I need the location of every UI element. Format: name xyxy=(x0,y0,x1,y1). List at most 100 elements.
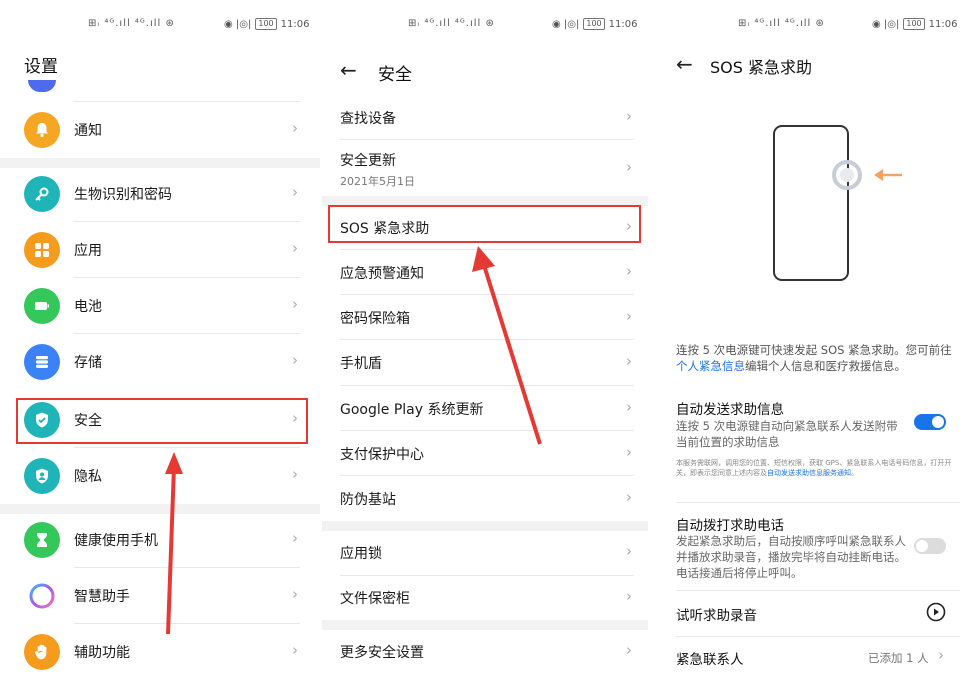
back-arrow-icon[interactable]: ← xyxy=(340,58,357,82)
item-label: 隐私 xyxy=(74,469,102,485)
item-label: 防伪基站 xyxy=(340,492,396,508)
settings-item-storage[interactable]: 存储 › xyxy=(0,334,320,390)
status-bar: ⊞ᵢ ⁴ᴳ.ıll ⁴ᴳ.ıll ⊛ ◉ |◎| 100 11:06 xyxy=(662,14,974,36)
page-title: SOS 紧急求助 xyxy=(710,58,812,77)
chevron-right-icon: › xyxy=(292,119,298,137)
battery-indicator: 100 xyxy=(583,18,605,30)
storage-icon xyxy=(24,344,60,380)
item-label: 应急预警通知 xyxy=(340,266,424,282)
divider xyxy=(676,590,960,591)
security-item-file-safe[interactable]: 文件保密柜 › xyxy=(322,576,648,620)
chevron-right-icon: › xyxy=(292,239,298,257)
item-label: 健康使用手机 xyxy=(74,533,158,549)
status-icons: ◉ |◎| xyxy=(224,18,252,30)
sos-screen: ⊞ᵢ ⁴ᴳ.ıll ⁴ᴳ.ıll ⊛ ◉ |◎| 100 11:06 ← SOS… xyxy=(662,0,974,691)
power-button-illustration xyxy=(773,125,902,281)
item-label: Google Play 系统更新 xyxy=(340,402,484,418)
settings-item-privacy[interactable]: 隐私 › xyxy=(0,448,320,504)
security-item-payment-protection[interactable]: 支付保护中心 › xyxy=(322,431,648,476)
chevron-right-icon: › xyxy=(626,542,632,560)
emergency-contacts-label[interactable]: 紧急联系人 xyxy=(676,648,744,668)
security-screen: ⊞ᵢ ⁴ᴳ.ıll ⁴ᴳ.ıll ⊛ ◉ |◎| 100 11:06 ← 安全 … xyxy=(322,0,648,691)
chevron-right-icon: › xyxy=(626,641,632,659)
security-item-phone-shield[interactable]: 手机盾 › xyxy=(322,340,648,386)
personal-emergency-info-link[interactable]: 个人紧急信息 xyxy=(676,359,745,373)
clock: 11:06 xyxy=(280,18,310,30)
chevron-right-icon: › xyxy=(626,587,632,605)
item-label: 应用锁 xyxy=(340,546,382,562)
security-item-google-play-update[interactable]: Google Play 系统更新 › xyxy=(322,386,648,431)
security-item-fake-base-station[interactable]: 防伪基站 › xyxy=(322,476,648,521)
item-label: 存储 xyxy=(74,355,102,371)
chevron-right-icon: › xyxy=(626,443,632,461)
chevron-right-icon: › xyxy=(626,307,632,325)
item-label: 通知 xyxy=(74,123,102,139)
chevron-right-icon: › xyxy=(292,183,298,201)
key-icon xyxy=(24,176,60,212)
service-notice-link[interactable]: 自动发送求助信息服务通知 xyxy=(767,469,851,477)
clock: 11:06 xyxy=(608,18,638,30)
auto-message-toggle[interactable] xyxy=(914,414,946,430)
settings-screen: ⊞ᵢ ⁴ᴳ.ıll ⁴ᴳ.ıll ⊛ ◉ |◎| 100 11:06 设置 通知… xyxy=(0,0,320,691)
signal-indicators: ⊞ᵢ ⁴ᴳ.ıll ⁴ᴳ.ıll ⊛ xyxy=(408,18,495,29)
status-icons: ◉ |◎| xyxy=(552,18,580,30)
chevron-right-icon: › xyxy=(292,529,298,547)
security-item-password-vault[interactable]: 密码保险箱 › xyxy=(322,295,648,340)
desc-text: 连按 5 次电源键可快速发起 SOS 紧急求助。您可前往 xyxy=(676,343,952,357)
item-label: 密码保险箱 xyxy=(340,311,410,327)
chevron-right-icon: › xyxy=(938,646,944,664)
security-item-security-update[interactable]: 安全更新 2021年5月1日 › xyxy=(322,140,648,196)
bell-icon xyxy=(24,112,60,148)
item-label: 电池 xyxy=(74,299,102,315)
chevron-right-icon: › xyxy=(626,488,632,506)
chevron-right-icon: › xyxy=(292,295,298,313)
security-item-emergency-alerts[interactable]: 应急预警通知 › xyxy=(322,250,648,295)
status-right: ◉ |◎| 100 11:06 xyxy=(552,18,637,30)
chevron-right-icon: › xyxy=(626,158,632,176)
signal-indicators: ⊞ᵢ ⁴ᴳ.ıll ⁴ᴳ.ıll ⊛ xyxy=(738,18,825,29)
settings-item-assistant[interactable]: 智慧助手 › xyxy=(0,568,320,624)
security-item-find-device[interactable]: 查找设备 › xyxy=(322,94,648,140)
settings-item-apps[interactable]: 应用 › xyxy=(0,222,320,278)
settings-item-biometrics[interactable]: 生物识别和密码 › xyxy=(0,166,320,222)
chevron-right-icon: › xyxy=(292,641,298,659)
item-label: 手机盾 xyxy=(340,356,382,372)
privacy-icon xyxy=(24,458,60,494)
status-right: ◉ |◎| 100 11:06 xyxy=(872,18,957,30)
item-label: 智慧助手 xyxy=(74,589,130,605)
auto-message-title: 自动发送求助信息 xyxy=(676,402,784,418)
security-item-app-lock[interactable]: 应用锁 › xyxy=(322,530,648,576)
status-icons: ◉ |◎| xyxy=(872,18,900,30)
item-label: 安全更新 xyxy=(340,153,396,169)
chevron-right-icon: › xyxy=(626,398,632,416)
back-arrow-icon[interactable]: ← xyxy=(676,52,693,76)
chevron-right-icon: › xyxy=(626,107,632,125)
play-icon[interactable] xyxy=(926,602,946,622)
settings-item-accessibility[interactable]: 辅助功能 › xyxy=(0,624,320,680)
page-title: 设置 xyxy=(24,57,58,77)
chevron-right-icon: › xyxy=(292,585,298,603)
item-label: 辅助功能 xyxy=(74,645,130,661)
status-bar: ⊞ᵢ ⁴ᴳ.ıll ⁴ᴳ.ıll ⊛ ◉ |◎| 100 11:06 xyxy=(322,14,648,36)
divider xyxy=(676,636,960,637)
chevron-right-icon: › xyxy=(292,465,298,483)
hourglass-icon xyxy=(24,522,60,558)
signal-indicators: ⊞ᵢ ⁴ᴳ.ıll ⁴ᴳ.ıll ⊛ xyxy=(88,18,175,29)
auto-call-desc: 发起紧急求助后，自动按顺序呼叫紧急联系人并播放求助录音，播放完毕将自动挂断电话。… xyxy=(676,534,906,580)
settings-item-digital-balance[interactable]: 健康使用手机 › xyxy=(0,512,320,568)
auto-message-fine-print: 本服务需联网，调用您的位置、短信权限，获取 GPS、紧急联系人电话号码信息，打开… xyxy=(676,458,958,478)
settings-item-battery[interactable]: 电池 › xyxy=(0,278,320,334)
sos-description: 连按 5 次电源键可快速发起 SOS 紧急求助。您可前往个人紧急信息编辑个人信息… xyxy=(676,342,958,374)
hand-icon xyxy=(24,634,60,670)
listen-recording-label[interactable]: 试听求助录音 xyxy=(676,604,757,624)
item-label: 应用 xyxy=(74,243,102,259)
security-item-more-settings[interactable]: 更多安全设置 › xyxy=(322,630,648,676)
desc-text: 编辑个人信息和医疗救援信息。 xyxy=(745,359,906,373)
auto-call-toggle[interactable] xyxy=(914,538,946,554)
chevron-right-icon: › xyxy=(626,262,632,280)
clock: 11:06 xyxy=(928,18,958,30)
item-label: 文件保密柜 xyxy=(340,591,410,607)
chevron-right-icon: › xyxy=(292,351,298,369)
highlight-box-security xyxy=(16,398,308,444)
settings-item-notifications[interactable]: 通知 › xyxy=(0,102,320,158)
